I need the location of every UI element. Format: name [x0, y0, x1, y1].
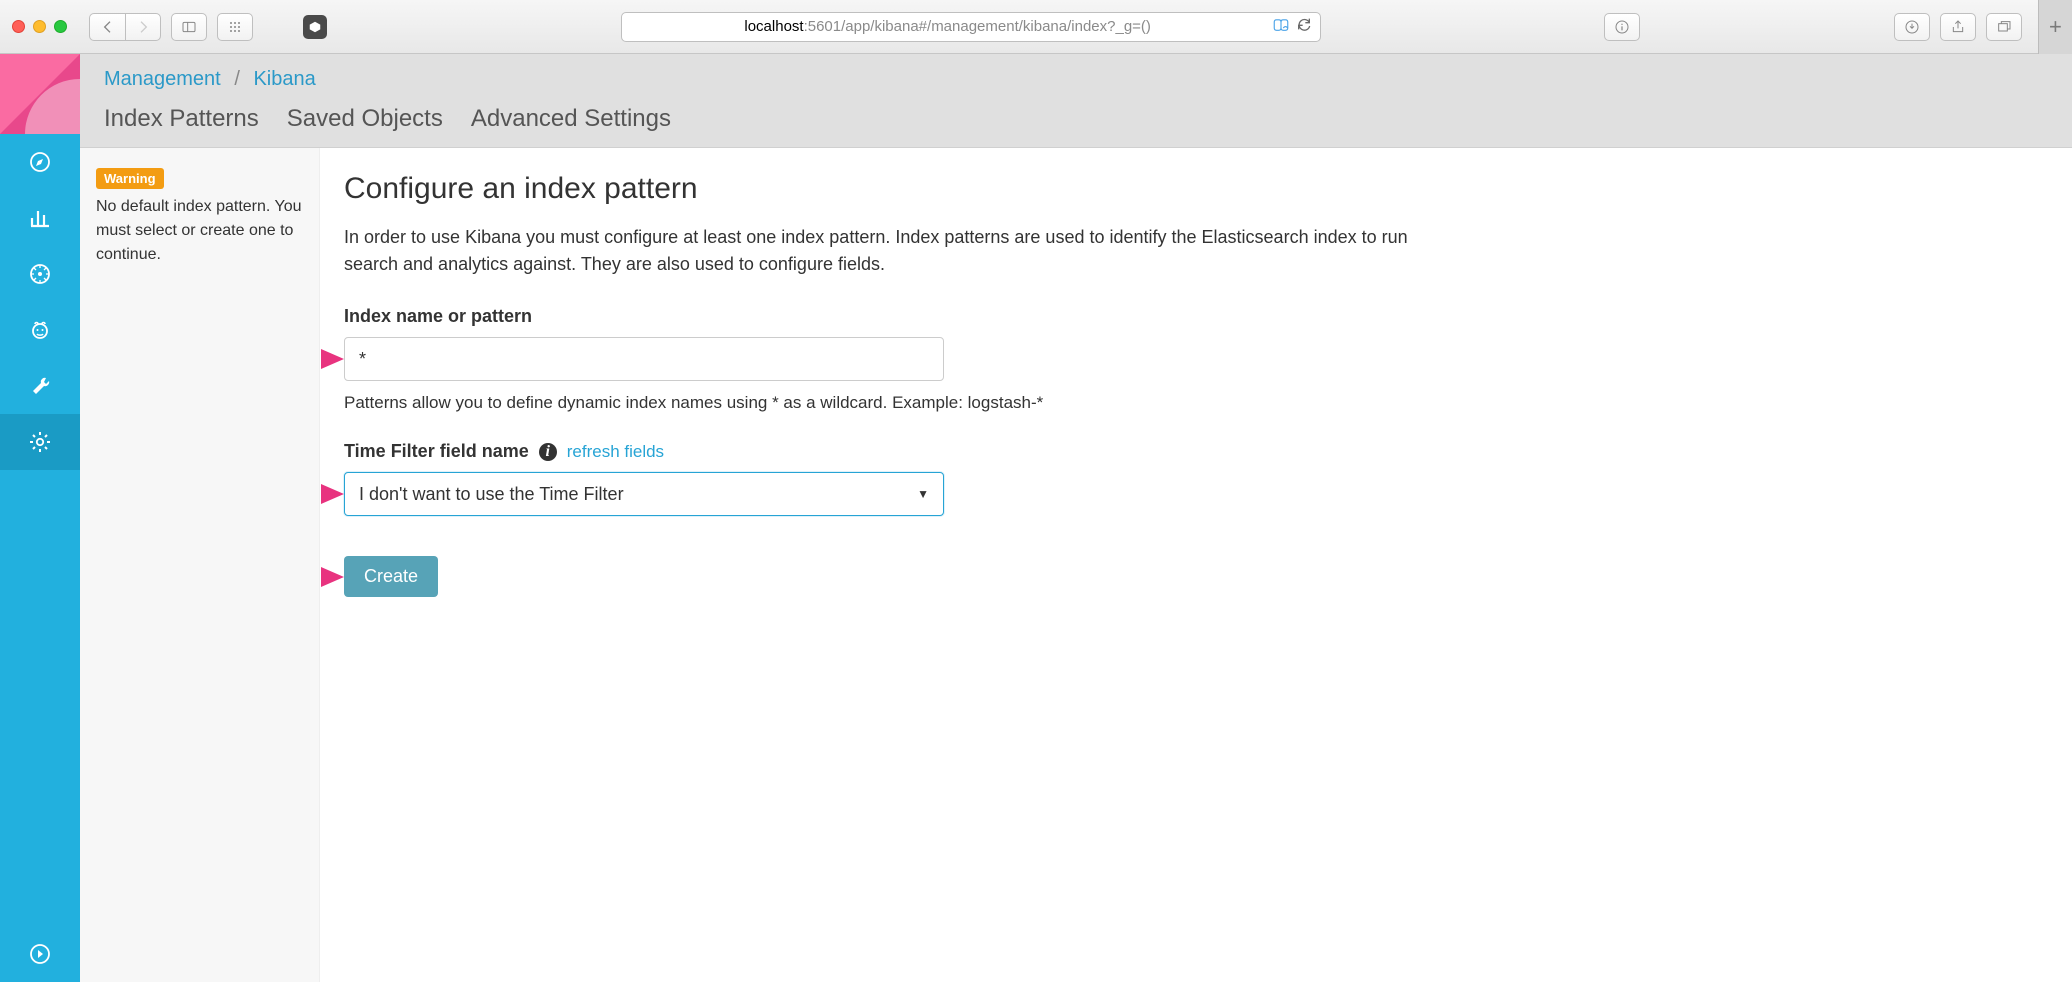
share-button[interactable] [1940, 13, 1976, 41]
index-name-input[interactable] [344, 337, 944, 381]
annotation-arrow-icon [266, 344, 346, 374]
reload-icon[interactable] [1296, 16, 1312, 37]
top-sites-button[interactable] [217, 13, 253, 41]
breadcrumb-kibana[interactable]: Kibana [253, 68, 315, 90]
downloads-button[interactable] [1894, 13, 1930, 41]
chevron-down-icon: ▼ [917, 487, 929, 501]
nav-collapse[interactable] [0, 926, 80, 982]
nav-discover[interactable] [0, 134, 80, 190]
page-description: In order to use Kibana you must configur… [344, 224, 1424, 278]
nav-visualize[interactable] [0, 190, 80, 246]
nav-timelion[interactable] [0, 302, 80, 358]
reader-icon[interactable] [1272, 17, 1290, 37]
browser-forward-button[interactable] [125, 13, 161, 41]
refresh-fields-link[interactable]: refresh fields [567, 442, 664, 462]
info-button[interactable] [1604, 13, 1640, 41]
nav-back-forward [89, 13, 161, 41]
warning-text: No default index pattern. You must selec… [96, 195, 303, 267]
browser-right-buttons: + [1894, 13, 2060, 41]
maximize-window-icon[interactable] [54, 20, 67, 33]
index-name-label: Index name or pattern [344, 306, 1982, 327]
management-subtabs: Index Patterns Saved Objects Advanced Se… [104, 105, 2048, 147]
tabs-button[interactable] [1986, 13, 2022, 41]
time-filter-value: I don't want to use the Time Filter [359, 484, 624, 505]
page-header: Management / Kibana Index Patterns Saved… [80, 54, 2072, 148]
nav-devtools[interactable] [0, 358, 80, 414]
kibana-side-nav [0, 54, 80, 982]
kibana-logo[interactable] [0, 54, 80, 134]
address-bar[interactable]: localhost:5601/app/kibana#/management/ki… [621, 12, 1321, 42]
time-filter-label-row: Time Filter field name i refresh fields [344, 441, 1982, 462]
time-filter-select[interactable]: I don't want to use the Time Filter ▼ [344, 472, 944, 516]
sidebar-toggle-button[interactable] [171, 13, 207, 41]
main-content: Configure an index pattern In order to u… [320, 148, 2072, 982]
create-button[interactable]: Create [344, 556, 438, 597]
extension-badge[interactable] [303, 15, 327, 39]
tab-saved-objects[interactable]: Saved Objects [287, 105, 443, 147]
info-icon[interactable]: i [539, 443, 557, 461]
nav-dashboard[interactable] [0, 246, 80, 302]
close-window-icon[interactable] [12, 20, 25, 33]
warning-badge: Warning [96, 168, 164, 189]
annotation-arrow-icon [266, 479, 346, 509]
browser-chrome: localhost:5601/app/kibana#/management/ki… [0, 0, 2072, 54]
breadcrumb: Management / Kibana [104, 68, 2048, 91]
minimize-window-icon[interactable] [33, 20, 46, 33]
breadcrumb-management[interactable]: Management [104, 68, 221, 90]
breadcrumb-sep: / [234, 68, 240, 90]
window-controls [12, 20, 67, 33]
browser-back-button[interactable] [89, 13, 125, 41]
nav-management[interactable] [0, 414, 80, 470]
tab-index-patterns[interactable]: Index Patterns [104, 105, 259, 147]
address-text: localhost:5601/app/kibana#/management/ki… [630, 18, 1266, 35]
time-filter-label: Time Filter field name [344, 441, 529, 462]
page-title: Configure an index pattern [344, 172, 1982, 206]
annotation-arrow-icon [266, 562, 346, 592]
index-hint: Patterns allow you to define dynamic ind… [344, 393, 1982, 413]
new-tab-button[interactable]: + [2038, 0, 2072, 54]
tab-advanced-settings[interactable]: Advanced Settings [471, 105, 671, 147]
